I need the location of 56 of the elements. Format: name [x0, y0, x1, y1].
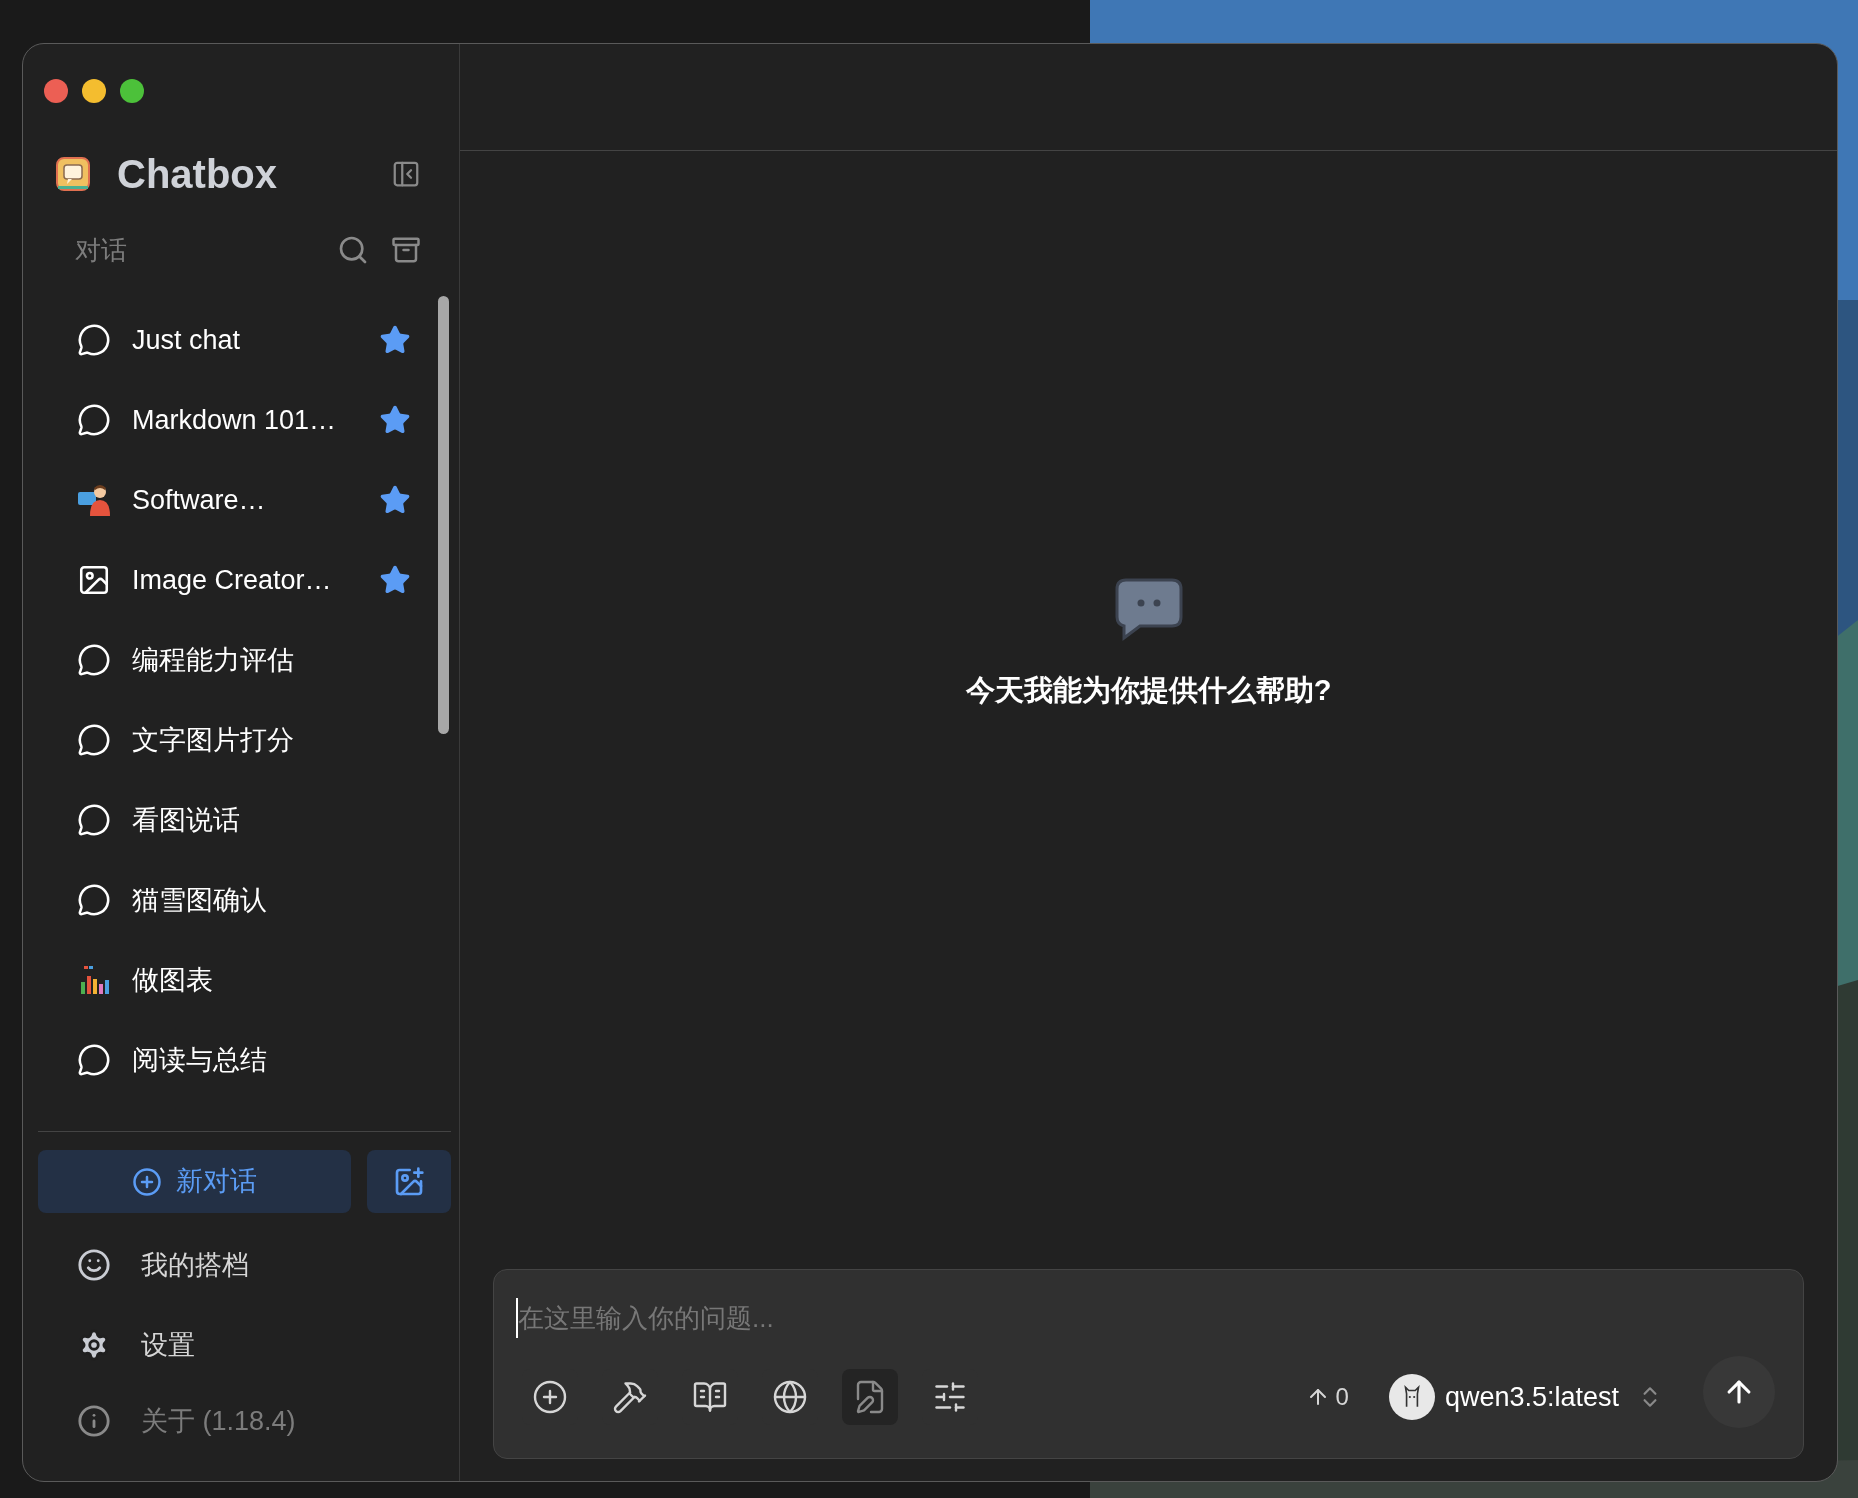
message-input-field[interactable]: 在这里输入你的问题... [516, 1298, 1781, 1338]
session-item[interactable]: Just chat [38, 300, 451, 380]
chat-bubble-icon [77, 723, 111, 757]
archive-button[interactable] [391, 235, 421, 265]
minimize-window-button[interactable] [82, 79, 106, 103]
smiley-icon [77, 1248, 111, 1282]
chat-bubble-icon [77, 803, 111, 837]
session-item[interactable]: Image Creator… [38, 540, 451, 620]
session-item[interactable]: 文字图片打分 [38, 700, 451, 780]
zoom-window-button[interactable] [120, 79, 144, 103]
globe-icon [772, 1379, 808, 1415]
model-selector[interactable]: qwen3.5:latest [1388, 1374, 1663, 1420]
greeting-text: 今天我能为你提供什么帮助? [965, 673, 1332, 709]
session-item[interactable]: 看图说话 [38, 780, 451, 860]
chat-bubble-icon [77, 403, 111, 437]
sidebar-toggle-icon [391, 159, 421, 189]
new-chat-button[interactable]: 新对话 [38, 1150, 351, 1213]
session-item[interactable]: 编程能力评估 [38, 620, 451, 700]
star-icon[interactable] [379, 404, 411, 436]
star-icon[interactable] [379, 484, 411, 516]
info-icon [77, 1404, 111, 1438]
archive-icon [391, 235, 421, 265]
image-plus-icon [393, 1165, 425, 1198]
chat-bubble-icon [77, 883, 111, 917]
section-label: 对话 [75, 233, 127, 267]
chat-bubble-icon [77, 643, 111, 677]
book-icon [692, 1379, 728, 1415]
session-item[interactable]: 做图表 [38, 940, 451, 1020]
session-item[interactable]: Software… [38, 460, 451, 540]
session-item[interactable]: Markdown 101… [38, 380, 451, 460]
collapse-sidebar-button[interactable] [391, 159, 421, 189]
chat-bubble-icon [1113, 577, 1184, 642]
chat-bubble-icon [77, 323, 111, 357]
app-title: Chatbox [117, 151, 277, 198]
search-icon [337, 234, 369, 266]
session-item[interactable]: 猫雪图确认 [38, 860, 451, 940]
close-window-button[interactable] [44, 79, 68, 103]
sliders-icon [932, 1379, 968, 1415]
star-icon[interactable] [379, 324, 411, 356]
file-button[interactable] [842, 1369, 898, 1425]
new-image-button[interactable] [367, 1150, 451, 1213]
sidebar-menu-item[interactable]: 关于 (1.18.4) [23, 1385, 459, 1457]
chat-bubble-icon [77, 1043, 111, 1077]
sidebar-menu-item[interactable]: 设置 [23, 1305, 459, 1385]
app-logo-icon [56, 157, 90, 191]
token-count: 0 [1335, 1382, 1349, 1412]
session-item[interactable]: 阅读与总结 [38, 1020, 451, 1100]
image-icon [77, 563, 111, 597]
plus-circle-icon [532, 1379, 568, 1415]
search-button[interactable] [337, 234, 369, 266]
plus-circle-icon [132, 1166, 162, 1197]
scrollbar-thumb[interactable] [438, 296, 449, 734]
hammer-icon [612, 1379, 648, 1415]
sidebar-menu-item[interactable]: 我的搭档 [23, 1225, 459, 1305]
developer-avatar-icon [76, 482, 112, 518]
star-icon[interactable] [379, 564, 411, 596]
